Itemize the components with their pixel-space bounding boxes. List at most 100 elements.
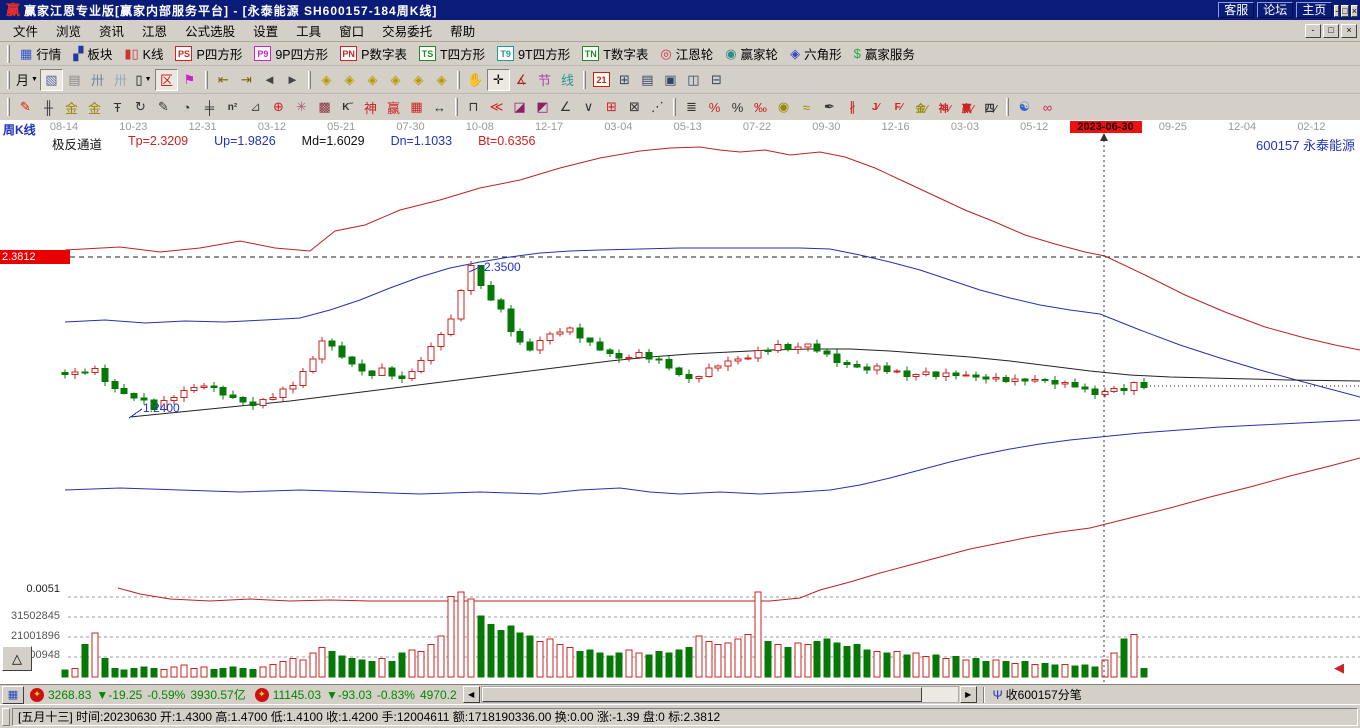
calendar-button[interactable]: 21 [590,69,613,91]
winner-service-button[interactable]: $ 赢家服务 [848,43,921,65]
menu-item[interactable]: 江恩 [133,19,176,42]
box-tool-button[interactable]: ⊓ [462,96,485,118]
fan-box-button[interactable]: ◪ [508,96,531,118]
expand-volume-button[interactable]: △ [2,646,32,671]
snapshot-button[interactable]: ◫ [682,69,705,91]
scroll-left-button[interactable]: ◀ [462,686,480,703]
notes-button[interactable]: ▤ [636,69,659,91]
period-month-button[interactable]: 月 ▼ [14,69,40,91]
horizontal-scrollbar[interactable] [480,686,959,703]
kline-button[interactable]: ▮▯ K线 [118,43,169,65]
menu-item[interactable]: 交易委托 [373,19,441,42]
percent-button[interactable]: % [726,96,749,118]
save-button[interactable]: ▣ [659,69,682,91]
gold-wave-button[interactable]: ≈ [795,96,818,118]
pen-grid-button[interactable]: ✎ [152,96,175,118]
ink-tool-button[interactable]: ✒ [818,96,841,118]
parallel-lines-button[interactable]: ⋰ [646,96,669,118]
child-restore-button[interactable]: □ [1323,23,1339,38]
titlebar-link[interactable]: 论坛 [1257,2,1294,18]
gann-wheel-button[interactable]: ◎ 江恩轮 [654,43,719,65]
zigzag-button[interactable]: ∨ [577,96,600,118]
toolbar-grip[interactable] [7,98,10,116]
ladder2-button[interactable]: ╪ [198,96,221,118]
quote-panel-icon[interactable]: ▦ [2,685,24,704]
menu-item[interactable]: 资讯 [90,19,133,42]
circle-grid-button[interactable]: ▩ [313,96,336,118]
red-pattern-button[interactable]: 区 [154,68,178,91]
circle-cross-button[interactable]: ⊕ [267,96,290,118]
angle-ruler-button[interactable]: ⊿ [244,96,267,118]
print-button[interactable]: ⊟ [705,69,728,91]
p-square-button[interactable]: PS P四方形 [169,43,248,65]
four-angle-button[interactable]: 四∕ [979,96,1002,118]
scroll-right-button[interactable]: ▶ [959,686,977,703]
menu-item[interactable]: 窗口 [330,19,373,42]
chart-left-marker-icon[interactable]: ◀ [1334,660,1344,676]
fan-box2-button[interactable]: ◩ [531,96,554,118]
permille-button[interactable]: ‰ [749,96,772,118]
time-wheel-button[interactable]: ◔ [175,96,198,118]
calculator-button[interactable]: ⊞ [613,69,636,91]
minimize-button[interactable]: - [1334,5,1340,17]
restore-button[interactable]: □ [1341,5,1349,17]
diamond-right-button[interactable]: ◈ [338,69,361,91]
menu-item[interactable]: 文件 [4,19,47,42]
candle-style-button[interactable]: ▯ ▼ [132,69,155,91]
width-span-button[interactable]: ↔ [428,96,451,118]
angle-measure-button[interactable]: ∡ [510,69,533,91]
scrollbar-thumb[interactable] [481,687,922,702]
hand-tool-button[interactable]: ✋ [464,69,487,91]
win-angle-button[interactable]: 赢∕ [956,96,979,118]
info-panel-button[interactable]: ▤ [63,69,86,91]
ray-fan-button[interactable]: ≪ [485,96,508,118]
gann-ladder-button[interactable]: ╫ [37,96,60,118]
trend-line-button[interactable]: ∠ [554,96,577,118]
box-fan-button[interactable]: ∦ [841,96,864,118]
p-table-button[interactable]: PN P数字表 [334,43,413,65]
menu-item[interactable]: 浏览 [47,19,90,42]
toolbar-grip[interactable] [7,70,10,89]
p9-square-button[interactable]: P9 9P四方形 [248,43,334,65]
sectors-button[interactable]: ▞ 板块 [67,43,118,65]
spiral-tool-button[interactable]: ↻ [129,96,152,118]
circle-star-button[interactable]: ✳ [290,96,313,118]
grid-dark-button[interactable]: ⊠ [623,96,646,118]
multi-chart-9-button[interactable]: 卅 [109,69,132,91]
grid-tool-button[interactable]: ⊞ [600,96,623,118]
k-mark-button[interactable]: K˝ [336,96,359,118]
menu-item[interactable]: 公式选股 [176,19,244,42]
diamond-cross-button[interactable]: ◈ [384,69,407,91]
percent-red-button[interactable]: % [703,96,726,118]
winner-wheel-button[interactable]: ◉ 赢家轮 [719,43,784,65]
t-square-button[interactable]: TS T四方形 [413,43,491,65]
kline-chart-canvas[interactable] [0,120,1360,684]
win-grid-button[interactable]: 赢 [382,96,405,118]
n-square-button[interactable]: n² [221,96,244,118]
nav-last-button[interactable]: ⇥ [235,69,258,91]
toolbar-grip[interactable] [7,44,10,63]
shen-grid-button[interactable]: 神 [359,96,382,118]
gold-ladder-button[interactable]: 金 [60,96,83,118]
f-ladder-button[interactable]: Ŧ [106,96,129,118]
menu-item[interactable]: 设置 [244,19,287,42]
nav-first-button[interactable]: ⇤ [212,69,235,91]
hexagon-button[interactable]: ◈ 六角形 [784,43,848,65]
menu-item[interactable]: 帮助 [441,19,484,42]
gold-ladder2-button[interactable]: 金 [83,96,106,118]
tick-view-label[interactable]: 收600157分笔 [1006,686,1082,703]
diamond-move-button[interactable]: ◈ [430,69,453,91]
quote-button[interactable]: ▦ 行情 [14,43,67,65]
color-flag-button[interactable]: ⚑ [178,69,201,91]
pen-tool-button[interactable]: ✎ [14,96,37,118]
diamond-expand-button[interactable]: ◈ [361,69,384,91]
f-angle-button[interactable]: F∕ [887,96,910,118]
diamond-left-button[interactable]: ◈ [315,69,338,91]
chart-area[interactable]: 08-14 10-23 12-31 03-12 05-21 07-30 10-08 12-17… [0,120,1360,684]
fine-grid-button[interactable]: ▦ [405,96,428,118]
child-minimize-button[interactable]: - [1305,23,1321,38]
titlebar-link[interactable]: 客服 [1218,2,1255,18]
titlebar-link[interactable]: 主页 [1296,2,1333,18]
fib-levels-button[interactable]: ≣ [680,96,703,118]
nav-prev-button[interactable]: ◄ [258,69,281,91]
